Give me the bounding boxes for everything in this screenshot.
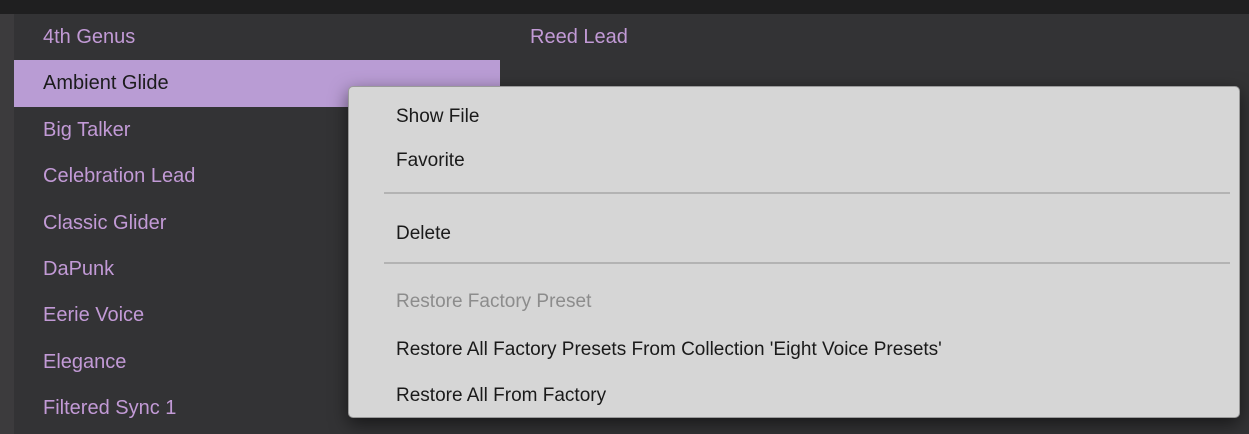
menu-item-restore-all-from-collection[interactable]: Restore All Factory Presets From Collect… <box>396 338 942 362</box>
menu-item-show-file[interactable]: Show File <box>396 105 479 129</box>
top-strip <box>0 0 1249 14</box>
menu-item-restore-all-from-factory[interactable]: Restore All From Factory <box>396 384 606 408</box>
menu-separator <box>384 262 1230 264</box>
menu-item-restore-factory-preset: Restore Factory Preset <box>396 291 592 312</box>
menu-item-delete[interactable]: Delete <box>396 222 451 246</box>
menu-item-favorite[interactable]: Favorite <box>396 149 465 173</box>
menu-separator <box>384 192 1230 194</box>
preset-item-4th-genus[interactable]: 4th Genus <box>14 14 500 60</box>
preset-context-menu: Show File Favorite Delete Restore Factor… <box>348 86 1240 418</box>
preset-item-reed-lead[interactable]: Reed Lead <box>500 14 1249 60</box>
